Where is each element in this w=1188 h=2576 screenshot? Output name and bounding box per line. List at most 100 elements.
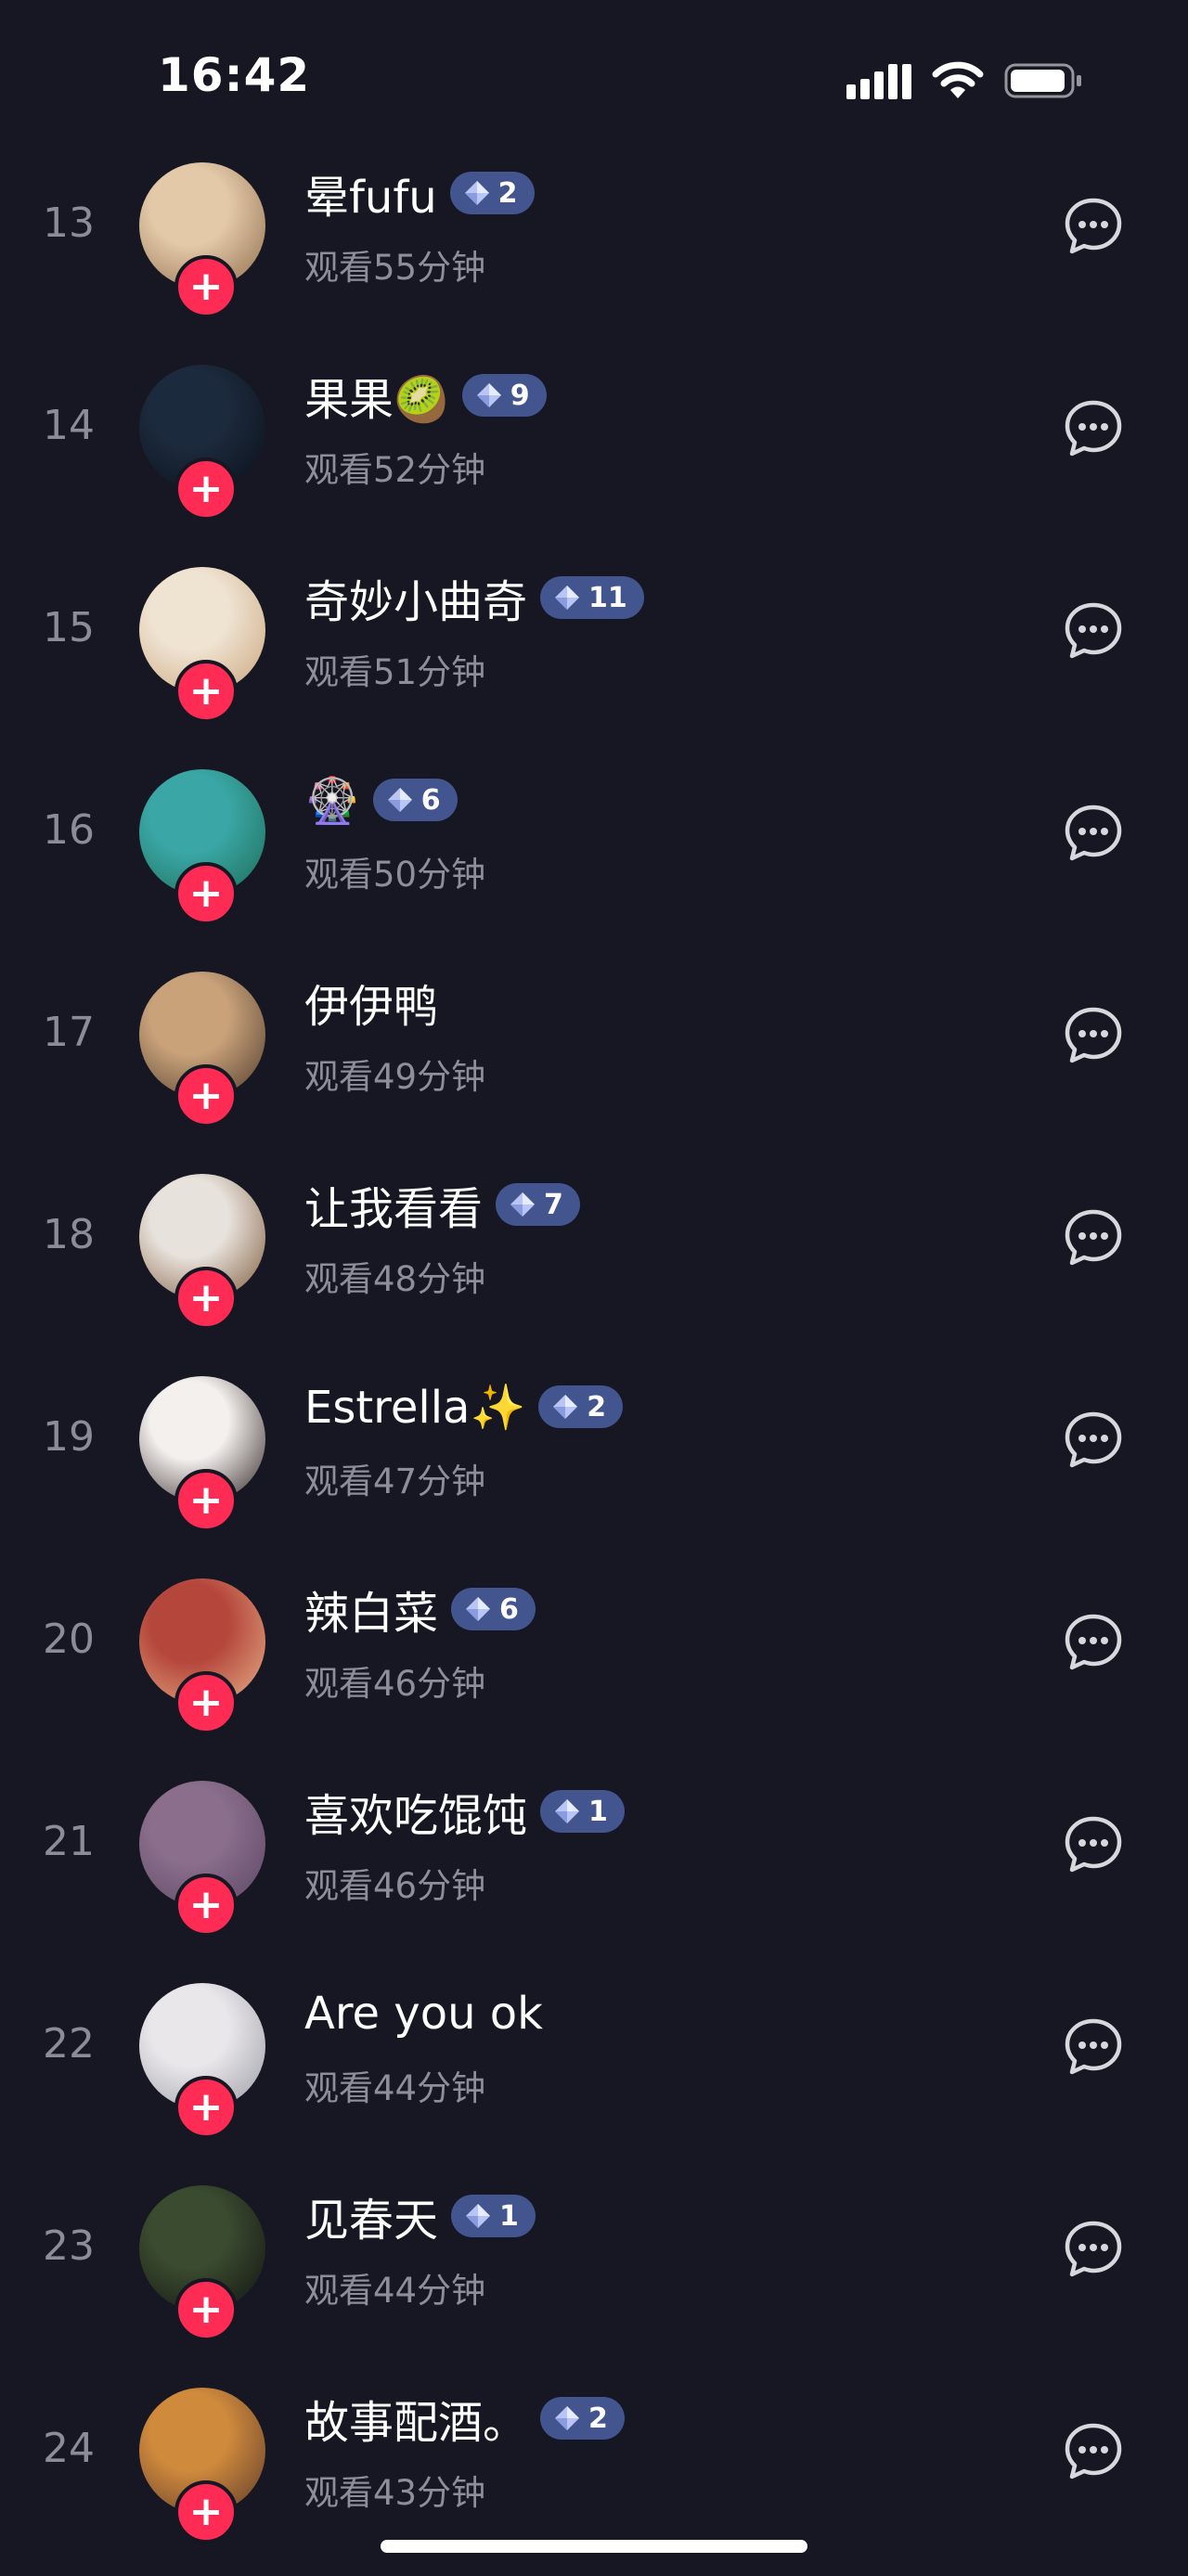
name-line: Are you ok xyxy=(304,1986,543,2041)
name-line: 喜欢吃馄饨 1 xyxy=(304,1784,625,1842)
fan-level-badge: 2 xyxy=(449,172,535,214)
watch-duration: 观看43分钟 xyxy=(304,2473,486,2513)
badge-level: 6 xyxy=(420,783,441,817)
watch-duration: 观看48分钟 xyxy=(304,1259,486,1299)
message-icon[interactable] xyxy=(1062,1813,1125,1876)
rank-number: 21 xyxy=(43,1817,95,1865)
follow-button[interactable]: + xyxy=(174,660,238,723)
name-line: 让我看看 7 xyxy=(304,1177,580,1235)
diamond-icon xyxy=(466,1597,491,1621)
username[interactable]: 喜欢吃馄饨 xyxy=(304,1779,527,1844)
watch-duration: 观看50分钟 xyxy=(304,855,486,895)
follow-button[interactable]: + xyxy=(174,2480,238,2544)
rank-number: 16 xyxy=(43,805,95,854)
fan-level-badge: 6 xyxy=(451,1588,536,1630)
message-icon[interactable] xyxy=(1062,599,1125,663)
diamond-icon xyxy=(466,2204,491,2228)
watch-duration: 观看55分钟 xyxy=(304,248,486,288)
watch-duration: 观看44分钟 xyxy=(304,2068,486,2108)
name-line: 见春天 1 xyxy=(304,2188,536,2247)
status-time: 16:42 xyxy=(158,48,311,102)
message-icon[interactable] xyxy=(1062,397,1125,460)
username[interactable]: Estrella✨ xyxy=(304,1381,525,1434)
badge-level: 1 xyxy=(588,1795,608,1828)
badge-level: 7 xyxy=(544,1188,563,1221)
home-indicator[interactable] xyxy=(381,2540,807,2553)
rank-number: 19 xyxy=(43,1412,95,1461)
badge-level: 9 xyxy=(510,379,530,412)
status-bar: 16:42 xyxy=(0,0,1188,148)
watch-duration: 观看47分钟 xyxy=(304,1462,486,1501)
rank-number: 18 xyxy=(43,1210,95,1258)
name-line: 故事配酒。 2 xyxy=(304,2390,625,2449)
viewer-row[interactable]: 17 + 伊伊鸭 观看49分钟 xyxy=(0,958,1188,1160)
diamond-icon xyxy=(555,586,580,610)
follow-button[interactable]: + xyxy=(174,255,238,318)
name-line: 🎡 6 xyxy=(304,772,458,828)
name-line: 晕fufu 2 xyxy=(304,165,535,224)
username[interactable]: Are you ok xyxy=(304,1988,543,2040)
badge-level: 1 xyxy=(499,2199,519,2233)
message-icon[interactable] xyxy=(1062,1206,1125,1269)
follow-button[interactable]: + xyxy=(174,1671,238,1734)
message-icon[interactable] xyxy=(1062,1004,1125,1067)
viewer-row[interactable]: 14 + 果果🥝 9 观看52分钟 xyxy=(0,351,1188,553)
viewer-row[interactable]: 18 + 让我看看 7 观看48分钟 xyxy=(0,1160,1188,1362)
diamond-icon xyxy=(555,2406,580,2430)
follow-button[interactable]: + xyxy=(174,1267,238,1330)
message-icon[interactable] xyxy=(1062,195,1125,258)
message-icon[interactable] xyxy=(1062,2420,1125,2483)
message-icon[interactable] xyxy=(1062,1611,1125,1674)
rank-number: 20 xyxy=(43,1615,95,1663)
viewer-row[interactable]: 16 + 🎡 6 观看50分钟 xyxy=(0,755,1188,958)
message-icon[interactable] xyxy=(1062,2218,1125,2281)
follow-button[interactable]: + xyxy=(174,1064,238,1127)
follow-button[interactable]: + xyxy=(174,862,238,925)
username[interactable]: 伊伊鸭 xyxy=(304,970,438,1035)
diamond-icon xyxy=(555,1799,580,1823)
badge-level: 11 xyxy=(588,581,627,614)
message-icon[interactable] xyxy=(1062,1409,1125,1472)
viewer-row[interactable]: 22 + Are you ok 观看44分钟 xyxy=(0,1969,1188,2171)
diamond-icon xyxy=(476,383,501,407)
rank-number: 24 xyxy=(43,2424,95,2472)
follow-button[interactable]: + xyxy=(174,457,238,521)
username[interactable]: 晕fufu xyxy=(304,161,437,225)
rank-number: 22 xyxy=(43,2019,95,2067)
watch-duration: 观看46分钟 xyxy=(304,1664,486,1704)
message-icon[interactable] xyxy=(1062,2016,1125,2079)
username[interactable]: 故事配酒。 xyxy=(304,2386,527,2451)
follow-button[interactable]: + xyxy=(174,2278,238,2341)
fan-level-badge: 7 xyxy=(496,1183,580,1226)
username[interactable]: 奇妙小曲奇 xyxy=(304,565,527,630)
rank-number: 17 xyxy=(43,1008,95,1056)
viewer-row[interactable]: 20 + 辣白菜 6 观看46分钟 xyxy=(0,1565,1188,1767)
fan-level-badge: 1 xyxy=(540,1790,625,1833)
fan-level-badge: 11 xyxy=(540,576,644,619)
follow-button[interactable]: + xyxy=(174,1469,238,1532)
diamond-icon xyxy=(387,788,412,812)
rank-number: 14 xyxy=(43,401,95,449)
badge-level: 2 xyxy=(497,176,518,210)
watch-duration: 观看52分钟 xyxy=(304,450,486,490)
follow-button[interactable]: + xyxy=(174,2076,238,2139)
follow-button[interactable]: + xyxy=(174,1874,238,1937)
viewer-row[interactable]: 19 + Estrella✨ 2 观看47分钟 xyxy=(0,1362,1188,1565)
username[interactable]: 见春天 xyxy=(304,2183,438,2248)
diamond-icon xyxy=(464,181,489,205)
fan-level-badge: 2 xyxy=(538,1385,624,1428)
username[interactable]: 果果🥝 xyxy=(304,363,449,428)
wifi-icon xyxy=(932,61,984,98)
name-line: 果果🥝 9 xyxy=(304,367,547,426)
username[interactable]: 🎡 xyxy=(304,774,360,827)
message-icon[interactable] xyxy=(1062,802,1125,865)
viewer-list: 13 + 晕fufu 2 观看55分钟 14 + 果果🥝 9 观看52分钟 15… xyxy=(0,148,1188,2576)
username[interactable]: 辣白菜 xyxy=(304,1577,438,1642)
rank-number: 23 xyxy=(43,2222,95,2270)
username[interactable]: 让我看看 xyxy=(304,1172,483,1237)
viewer-row[interactable]: 21 + 喜欢吃馄饨 1 观看46分钟 xyxy=(0,1767,1188,1969)
battery-icon xyxy=(1004,63,1081,98)
viewer-row[interactable]: 15 + 奇妙小曲奇 11 观看51分钟 xyxy=(0,553,1188,755)
viewer-row[interactable]: 13 + 晕fufu 2 观看55分钟 xyxy=(0,148,1188,351)
viewer-row[interactable]: 23 + 见春天 1 观看44分钟 xyxy=(0,2171,1188,2374)
